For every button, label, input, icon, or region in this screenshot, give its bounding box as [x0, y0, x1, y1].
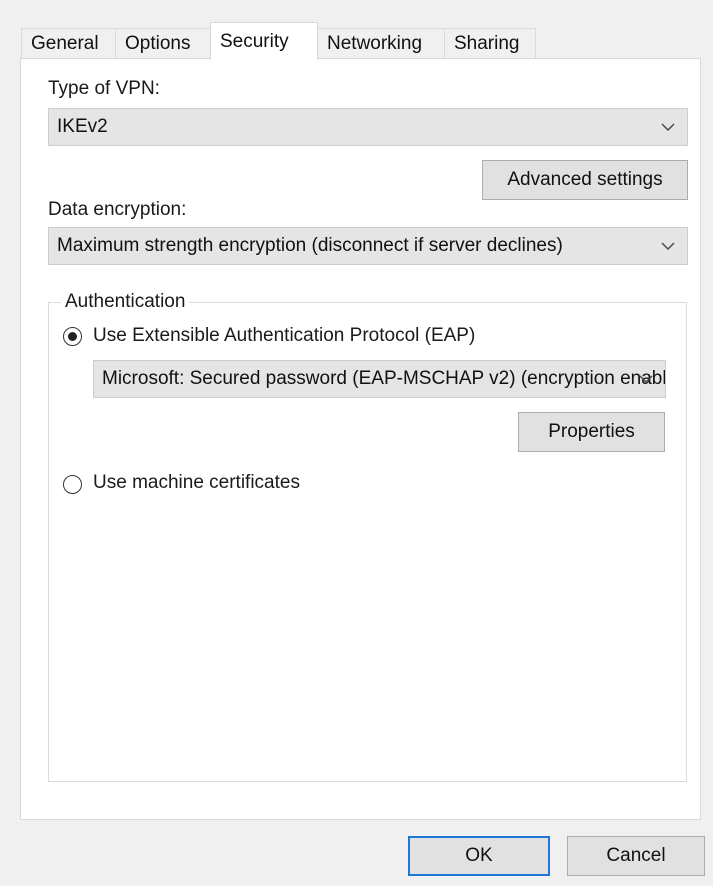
- eap-method-dropdown[interactable]: Microsoft: Secured password (EAP-MSCHAP …: [93, 360, 666, 398]
- cancel-button[interactable]: Cancel: [567, 836, 705, 876]
- chevron-down-icon: [639, 361, 655, 397]
- tab-sharing[interactable]: Sharing: [444, 28, 536, 58]
- advanced-settings-button[interactable]: Advanced settings: [482, 160, 688, 200]
- chevron-down-icon: [661, 109, 677, 145]
- eap-method-value: Microsoft: Secured password (EAP-MSCHAP …: [102, 368, 665, 389]
- data-encryption-value: Maximum strength encryption (disconnect …: [57, 235, 563, 256]
- eap-option-label[interactable]: Use Extensible Authentication Protocol (…: [93, 325, 475, 347]
- authentication-legend: Authentication: [65, 291, 186, 312]
- data-encryption-label: Data encryption:: [48, 199, 187, 220]
- machine-cert-radio-button[interactable]: [63, 475, 82, 494]
- vpn-properties-dialog: General Options Security Networking Shar…: [0, 0, 713, 886]
- vpn-type-dropdown[interactable]: IKEv2: [48, 108, 688, 146]
- tab-options[interactable]: Options: [115, 28, 211, 58]
- security-tab-panel: Type of VPN: IKEv2 Advanced settings Dat…: [20, 58, 701, 820]
- eap-radio-button[interactable]: [63, 327, 82, 346]
- chevron-down-icon: [661, 228, 677, 264]
- tab-security[interactable]: Security: [210, 22, 318, 60]
- data-encryption-dropdown[interactable]: Maximum strength encryption (disconnect …: [48, 227, 688, 265]
- tab-networking[interactable]: Networking: [317, 28, 445, 58]
- properties-button[interactable]: Properties: [518, 412, 665, 452]
- tab-general[interactable]: General: [21, 28, 116, 58]
- ok-button[interactable]: OK: [408, 836, 550, 876]
- vpn-type-label: Type of VPN:: [48, 78, 160, 99]
- vpn-type-value: IKEv2: [57, 116, 108, 137]
- radio-selected-icon: [67, 331, 77, 341]
- machine-cert-option-label[interactable]: Use machine certificates: [93, 472, 300, 494]
